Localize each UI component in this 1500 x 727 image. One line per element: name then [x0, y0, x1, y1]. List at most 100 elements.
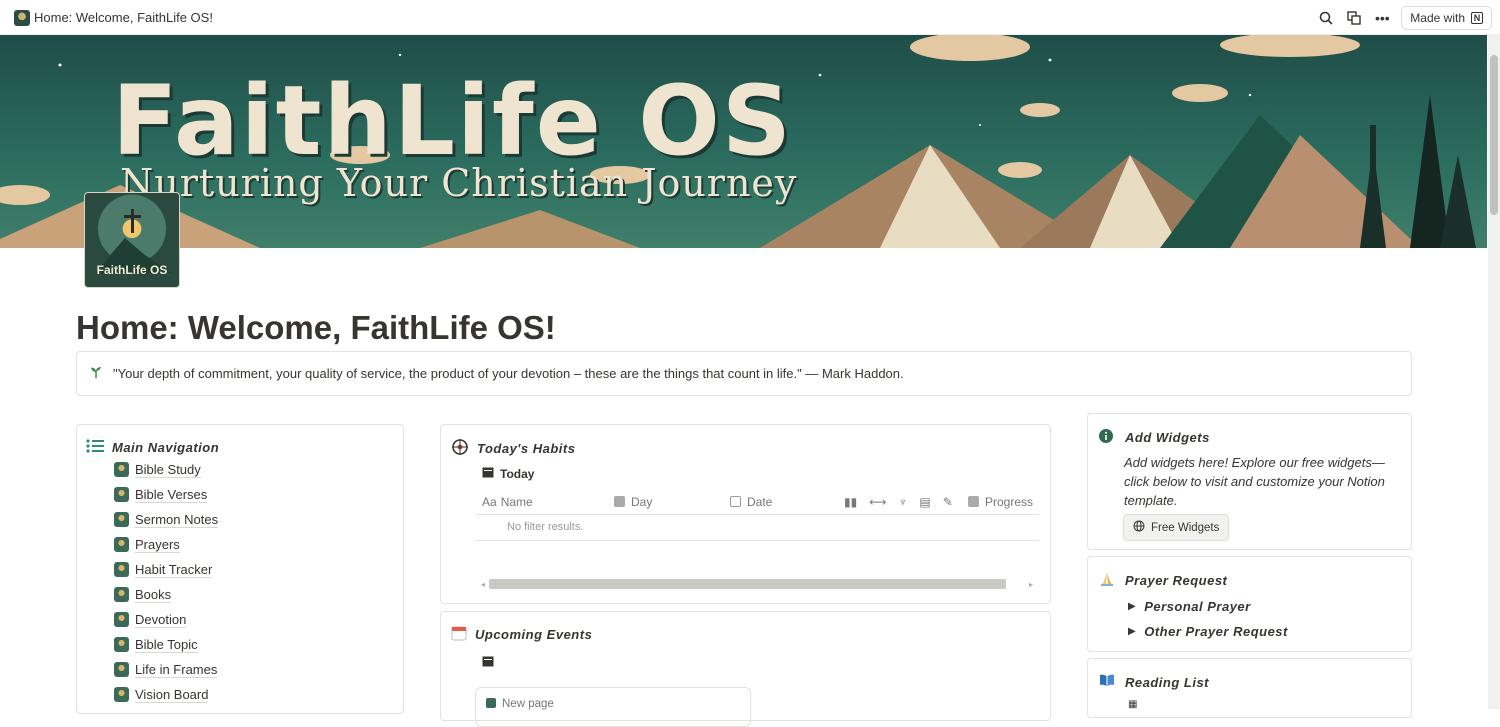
gallery-view-icon[interactable]: ▦ [1128, 699, 1137, 710]
calendar-icon [482, 656, 494, 667]
nav-item-bible-study[interactable]: Bible Study [114, 457, 218, 482]
habit-wheel-icon [451, 438, 469, 459]
reading-list-header: Reading List [1099, 674, 1209, 690]
nav-item-prayers[interactable]: Prayers [114, 532, 218, 557]
made-with-button[interactable]: Made with N [1401, 6, 1492, 30]
page-favicon-icon [14, 10, 30, 26]
view-tab-today[interactable]: Today [482, 466, 534, 481]
life-in-frames-page-icon [114, 662, 129, 677]
events-view-tab[interactable] [482, 654, 494, 672]
date-property-icon [730, 496, 741, 507]
calendar-date-icon [451, 625, 467, 644]
reading-list-panel: Reading List ▦ [1087, 658, 1412, 718]
sprout-icon [89, 365, 103, 382]
scroll-thumb[interactable] [1490, 55, 1498, 215]
cover-subtitle: Nurturing Your Christian Journey [120, 161, 798, 205]
column-name-label: Name [500, 494, 533, 509]
prayers-page-icon [114, 537, 129, 552]
nav-item-sermon-notes[interactable]: Sermon Notes [114, 507, 219, 532]
column-progress[interactable]: Progress [968, 495, 1033, 509]
nav-item-label: Devotion [135, 611, 187, 628]
vision-board-page-icon [114, 687, 129, 702]
habit-tracker-page-icon [114, 562, 129, 577]
page-icon-label: FaithLife OS [96, 263, 168, 277]
scroll-right-icon[interactable]: ▸ [1029, 580, 1033, 589]
upcoming-events-header: Upcoming Events [451, 625, 592, 644]
made-with-label: Made with [1410, 11, 1465, 25]
column-name[interactable]: Aa Name [482, 495, 533, 509]
todays-habits-panel: Today's Habits Today Aa Name Day Date ▮▮ … [440, 424, 1051, 604]
nav-item-devotion[interactable]: Devotion [114, 607, 218, 632]
nav-item-label: Bible Verses [135, 486, 208, 503]
new-page-card[interactable]: New page [475, 687, 751, 727]
prayer-request-header: Prayer Request [1099, 572, 1227, 589]
column-day[interactable]: Day [614, 495, 652, 509]
empty-state-text: No filter results. [507, 521, 584, 533]
top-bar: Home: Welcome, FaithLife OS! ••• Made wi… [0, 0, 1500, 35]
notion-logo-icon: N [1471, 12, 1483, 24]
nav-item-bible-verses[interactable]: Bible Verses [114, 482, 218, 507]
page-icon-image[interactable]: FaithLife OS [84, 192, 180, 288]
prayer-request-title: Prayer Request [1125, 573, 1228, 588]
devotion-page-icon [114, 612, 129, 627]
free-widgets-button[interactable]: Free Widgets [1123, 514, 1230, 541]
bible-study-page-icon [114, 462, 129, 477]
toggle-other-prayer-request[interactable]: ▶ Other Prayer Request [1128, 619, 1288, 644]
scroll-left-icon[interactable]: ◂ [481, 580, 485, 589]
add-widgets-header: Add Widgets [1099, 429, 1210, 446]
search-icon[interactable] [1317, 9, 1335, 27]
formula-property-icon [968, 496, 979, 507]
upcoming-events-title: Upcoming Events [475, 627, 593, 642]
info-icon [1099, 429, 1113, 446]
nav-item-label: Bible Study [135, 461, 201, 478]
text-property-icon: Aa [482, 494, 497, 509]
nav-item-books[interactable]: Books [114, 582, 218, 607]
more-options-icon[interactable]: ••• [1373, 9, 1391, 27]
pen-icon[interactable]: ✎ [943, 495, 953, 509]
add-widgets-title: Add Widgets [1125, 430, 1210, 445]
top-actions: ••• Made with N [1317, 6, 1492, 30]
bible-topic-page-icon [114, 637, 129, 652]
cup-icon[interactable]: ♆ [898, 495, 907, 509]
main-navigation-panel: Main Navigation Bible Study Bible Verses… [76, 424, 404, 714]
horizontal-scrollbar[interactable] [489, 579, 1006, 589]
view-tab-label: Today [500, 466, 535, 481]
toggle-label: Other Prayer Request [1144, 624, 1288, 639]
free-widgets-label: Free Widgets [1151, 521, 1220, 534]
nav-item-life-in-frames[interactable]: Life in Frames [114, 657, 218, 682]
open-book-icon [1099, 674, 1115, 690]
column-date-label: Date [747, 494, 773, 509]
quote-callout: "Your depth of commitment, your quality … [76, 351, 1412, 396]
book-icon[interactable]: ▮▮ [844, 495, 857, 509]
page-icon [486, 698, 496, 708]
nav-item-label: Prayers [135, 536, 180, 553]
books-page-icon [114, 587, 129, 602]
column-day-label: Day [631, 494, 653, 509]
column-date[interactable]: Date [730, 495, 772, 509]
reading-list-title: Reading List [1125, 674, 1210, 690]
nav-item-vision-board[interactable]: Vision Board [114, 682, 218, 707]
dumbbell-icon[interactable]: ⟷ [869, 495, 886, 509]
page-scrollbar[interactable] [1488, 35, 1500, 709]
toggle-personal-prayer[interactable]: ▶ Personal Prayer [1128, 594, 1288, 619]
nav-item-label: Vision Board [135, 686, 209, 703]
nav-item-habit-tracker[interactable]: Habit Tracker [114, 557, 218, 582]
bible-verses-page-icon [114, 487, 129, 502]
globe-icon [1133, 520, 1145, 535]
nav-item-bible-topic[interactable]: Bible Topic [114, 632, 218, 657]
prayer-toggle-list: ▶ Personal Prayer ▶ Other Prayer Request [1128, 594, 1288, 644]
todays-habits-header: Today's Habits [451, 438, 575, 459]
notebook-icon[interactable]: ▤ [919, 495, 930, 509]
nav-item-label: Habit Tracker [135, 561, 213, 578]
page-title[interactable]: Home: Welcome, FaithLife OS! [76, 309, 556, 347]
nav-item-label: Books [135, 586, 172, 603]
triangle-right-icon: ▶ [1128, 626, 1137, 637]
table-header-row: Aa Name Day Date ▮▮ ⟷ ♆ ▤ ✎ Progress [476, 489, 1039, 515]
bulleted-list-icon [86, 439, 104, 456]
add-widgets-description: Add widgets here! Explore our free widge… [1124, 455, 1385, 508]
toggle-label: Personal Prayer [1144, 599, 1251, 614]
prayer-request-panel: Prayer Request ▶ Personal Prayer ▶ Other P… [1087, 556, 1412, 652]
main-navigation-header: Main Navigation [86, 439, 219, 456]
duplicate-icon[interactable] [1345, 9, 1363, 27]
todays-habits-title: Today's Habits [477, 441, 576, 456]
